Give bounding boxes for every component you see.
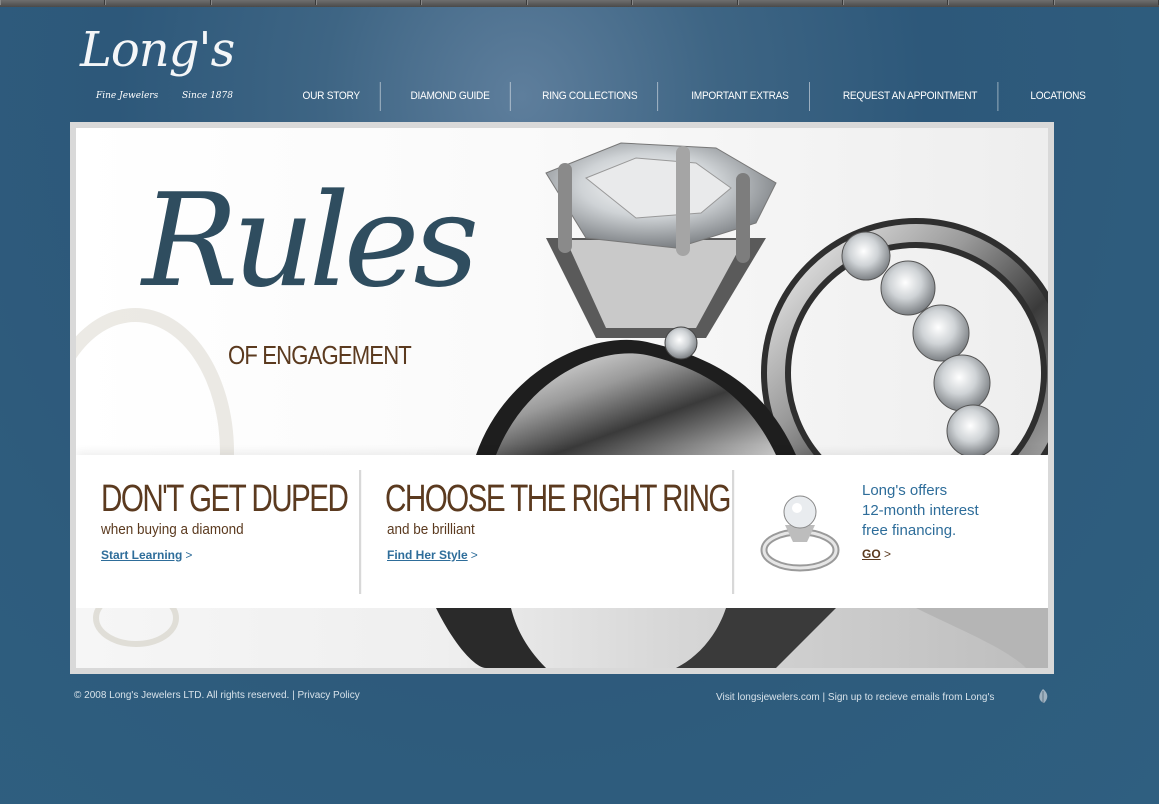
financing-line-3: free financing. xyxy=(862,522,957,539)
logo-tagline-left: Fine Jewelers xyxy=(96,91,159,101)
promo-duped-headline: DON'T GET DUPED xyxy=(101,478,349,520)
promo-financing: Long's offers 12-month interest free fin… xyxy=(735,455,1048,608)
footer-right: Visit longsjewelers.com | Sign up to rec… xyxy=(716,692,994,703)
email-signup-link[interactable]: Sign up to recieve emails from Long's xyxy=(828,692,994,703)
ring-image-bottom xyxy=(76,589,1048,668)
privacy-policy-link[interactable]: Privacy Policy xyxy=(297,690,359,701)
hero-subtitle: OF ENGAGEMENT xyxy=(228,340,412,370)
visit-site-link[interactable]: Visit longsjewelers.com xyxy=(716,692,820,703)
nav-item-our-story[interactable]: OUR STORY xyxy=(282,82,382,111)
top-strip xyxy=(0,0,1159,7)
hero-banner: Rules OF ENGAGEMENT xyxy=(76,128,1048,596)
copyright-text: © 2008 Long's Jewelers LTD. All rights r… xyxy=(74,690,295,701)
nav-item-ring-collections[interactable]: RING COLLECTIONS xyxy=(522,82,659,111)
content-panel: Rules OF ENGAGEMENT DON'T GET DUPED when… xyxy=(76,128,1048,668)
promo-right-ring-subline: and be brilliant xyxy=(387,521,475,538)
find-her-style-link[interactable]: Find Her Style > xyxy=(387,548,478,562)
go-link[interactable]: GO > xyxy=(862,547,891,561)
start-learning-link[interactable]: Start Learning > xyxy=(101,548,192,562)
ring-image-lower xyxy=(93,589,1048,668)
nav-item-request-appointment[interactable]: REQUEST AN APPOINTMENT xyxy=(823,82,999,111)
financing-line-1: Long's offers xyxy=(862,482,948,499)
hero-title: Rules xyxy=(142,167,479,316)
promo-duped: DON'T GET DUPED when buying a diamond St… xyxy=(76,455,359,608)
logo-wordmark: Long's xyxy=(80,22,235,78)
logo-tagline-right: Since 1878 xyxy=(182,91,233,101)
financing-line-2: 12-month interest xyxy=(862,502,979,519)
promo-duped-subline: when buying a diamond xyxy=(101,521,244,538)
nav-item-important-extras[interactable]: IMPORTANT EXTRAS xyxy=(671,82,810,111)
footer-separator: | xyxy=(822,692,826,703)
main-nav: OUR STORY DIAMOND GUIDE RING COLLECTIONS… xyxy=(278,82,1111,111)
leaf-icon xyxy=(1039,689,1048,703)
content-frame: Rules OF ENGAGEMENT DON'T GET DUPED when… xyxy=(70,122,1054,674)
promo-right-ring-headline: CHOOSE THE RIGHT RING xyxy=(385,478,731,520)
nav-item-locations[interactable]: LOCATIONS xyxy=(1011,82,1107,111)
promo-row: DON'T GET DUPED when buying a diamond St… xyxy=(76,455,1048,608)
ring-thumbnail-icon xyxy=(760,495,840,572)
logo[interactable]: Long's Fine Jewelers Since 1878 xyxy=(78,22,238,108)
footer-left: © 2008 Long's Jewelers LTD. All rights r… xyxy=(74,690,360,701)
promo-right-ring: CHOOSE THE RIGHT RING and be brilliant F… xyxy=(362,455,732,608)
nav-item-diamond-guide[interactable]: DIAMOND GUIDE xyxy=(391,82,511,111)
band-stones xyxy=(841,231,1000,455)
